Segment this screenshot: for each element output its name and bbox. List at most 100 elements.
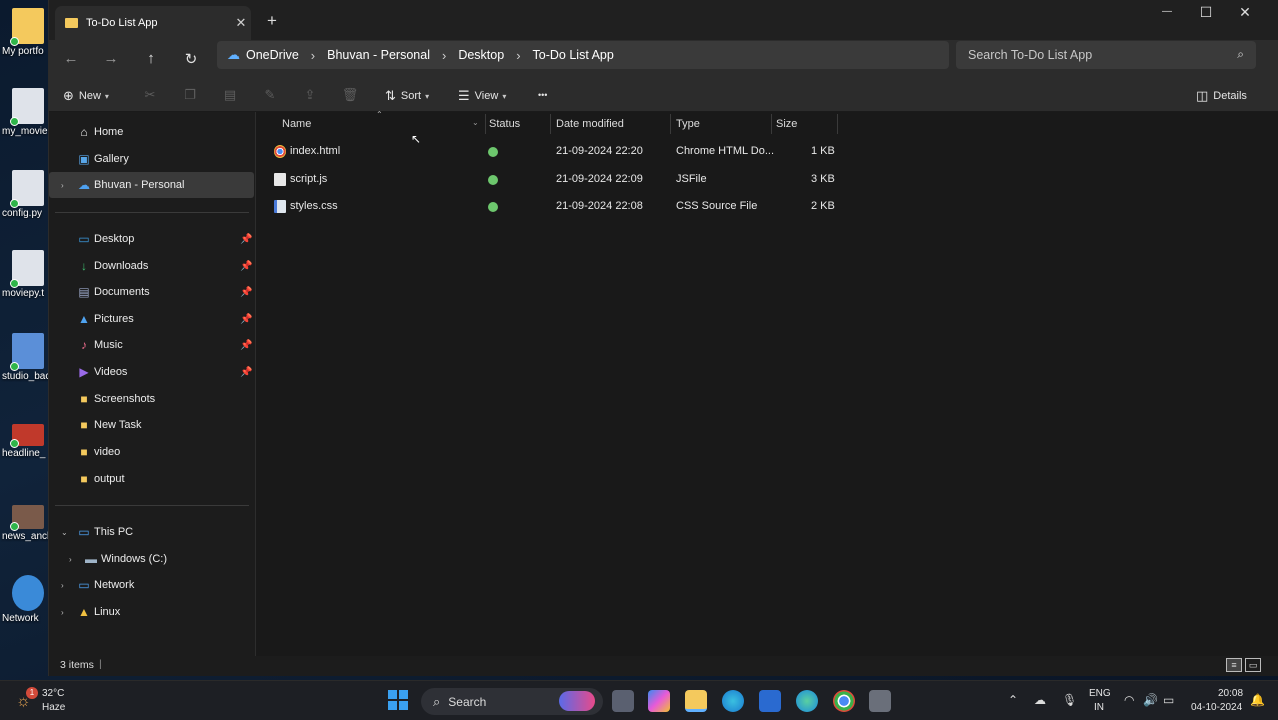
column-divider[interactable] bbox=[550, 114, 551, 134]
sidebar-item-screenshots[interactable]: ■ Screenshots bbox=[49, 386, 254, 412]
desktop-icon[interactable]: my_movie bbox=[0, 88, 50, 137]
copilot-icon[interactable] bbox=[648, 690, 670, 712]
tiles-view-icon[interactable]: ▭ bbox=[1245, 658, 1261, 672]
sidebar-item-linux[interactable]: › ▲ Linux bbox=[49, 599, 254, 625]
file-row[interactable]: styles.css 21-09-2024 22:08 CSS Source F… bbox=[258, 193, 848, 220]
chevron-right-icon[interactable]: › bbox=[69, 555, 72, 564]
sidebar-item-network[interactable]: › ▭ Network bbox=[49, 572, 254, 598]
column-divider[interactable] bbox=[670, 114, 671, 134]
more-options-button[interactable]: ••• bbox=[538, 90, 547, 100]
breadcrumb-desktop[interactable]: Desktop bbox=[458, 48, 504, 62]
store-icon[interactable] bbox=[759, 690, 781, 712]
chevron-up-icon[interactable]: ⌃ bbox=[1008, 693, 1018, 707]
search-input[interactable]: Search To-Do List App bbox=[968, 48, 1092, 62]
column-divider[interactable] bbox=[485, 114, 486, 134]
desktop-icon[interactable]: news_anch bbox=[0, 505, 50, 542]
address-bar[interactable]: ☁ OneDrive › Bhuvan - Personal › Desktop… bbox=[217, 41, 949, 69]
pin-icon[interactable]: 📌 bbox=[240, 234, 252, 245]
column-header-status[interactable]: Status bbox=[489, 112, 520, 136]
breadcrumb-onedrive[interactable]: OneDrive bbox=[246, 48, 299, 62]
chevron-right-icon[interactable]: › bbox=[61, 181, 64, 190]
chevron-right-icon[interactable]: › bbox=[516, 48, 520, 63]
microphone-icon[interactable]: 🎙 bbox=[1062, 693, 1077, 707]
sidebar-item-music[interactable]: ♪ Music 📌 bbox=[49, 332, 254, 358]
start-button[interactable] bbox=[387, 690, 409, 712]
delete-icon[interactable]: 🗑 bbox=[340, 87, 360, 103]
minimize-button[interactable]: — bbox=[1147, 6, 1187, 17]
desktop-icon[interactable]: moviepy.t bbox=[0, 250, 50, 299]
weather-widget[interactable]: ☼ 1 32°C Haze bbox=[14, 687, 94, 717]
column-header-date-modified[interactable]: Date modified bbox=[556, 112, 624, 136]
battery-icon[interactable]: ▭ bbox=[1163, 693, 1174, 707]
sort-button[interactable]: ⇅ Sort ▾ bbox=[385, 88, 429, 104]
sidebar-item-gallery[interactable]: ▣ Gallery bbox=[49, 146, 254, 172]
close-window-button[interactable]: ✕ bbox=[1225, 4, 1265, 21]
details-view-icon[interactable]: ≡ bbox=[1226, 658, 1242, 672]
breadcrumb-to-do-list-app[interactable]: To-Do List App bbox=[533, 48, 614, 62]
forward-button[interactable]: → bbox=[99, 50, 123, 70]
search-icon[interactable]: ⌕ bbox=[1237, 47, 1244, 62]
up-button[interactable]: ↑ bbox=[139, 50, 163, 70]
search-box[interactable]: Search To-Do List App ⌕ bbox=[956, 41, 1256, 69]
breadcrumb-bhuvan-personal[interactable]: Bhuvan - Personal bbox=[327, 48, 430, 62]
sidebar-item-pictures[interactable]: ▲ Pictures 📌 bbox=[49, 306, 254, 332]
pin-icon[interactable]: 📌 bbox=[240, 340, 252, 351]
view-button[interactable]: ☰ View ▾ bbox=[458, 88, 506, 104]
pin-icon[interactable]: 📌 bbox=[240, 367, 252, 378]
desktop-icon[interactable]: Network bbox=[0, 575, 50, 624]
sidebar-item-this-pc[interactable]: ⌄ ▭ This PC bbox=[49, 519, 254, 545]
file-row[interactable]: script.js 21-09-2024 22:09 JSFile 3 KB bbox=[258, 166, 848, 193]
new-tab-button[interactable]: + bbox=[267, 11, 277, 31]
paste-icon[interactable]: ▤ bbox=[220, 87, 240, 103]
sidebar-item-downloads[interactable]: ↓ Downloads 📌 bbox=[49, 253, 254, 279]
chevron-right-icon[interactable]: › bbox=[61, 581, 64, 590]
clock-time[interactable]: 20:08 bbox=[1218, 688, 1243, 699]
sidebar-item-documents[interactable]: ▤ Documents 📌 bbox=[49, 279, 254, 305]
sidebar-item-output[interactable]: ■ output bbox=[49, 466, 254, 492]
column-header-size[interactable]: Size bbox=[776, 112, 797, 136]
clock-date[interactable]: 04-10-2024 bbox=[1191, 702, 1242, 713]
file-row[interactable]: index.html 21-09-2024 22:20 Chrome HTML … bbox=[258, 138, 848, 165]
notification-bell-icon[interactable]: 🔔 bbox=[1250, 693, 1265, 707]
sidebar-item-videos[interactable]: ▶ Videos 📌 bbox=[49, 359, 254, 385]
edge-icon[interactable] bbox=[722, 690, 744, 712]
column-divider[interactable] bbox=[837, 114, 838, 134]
cut-icon[interactable]: ✂ bbox=[140, 87, 160, 103]
rename-icon[interactable]: ✎ bbox=[260, 87, 280, 103]
pin-icon[interactable]: 📌 bbox=[240, 314, 252, 325]
column-header-type[interactable]: Type bbox=[676, 112, 700, 136]
close-tab-icon[interactable]: ✕ bbox=[231, 15, 251, 31]
file-explorer-taskbar-icon[interactable] bbox=[685, 690, 707, 712]
task-view-icon[interactable] bbox=[612, 690, 634, 712]
sidebar-item-new-task[interactable]: ■ New Task bbox=[49, 412, 254, 438]
maximize-button[interactable]: ☐ bbox=[1186, 4, 1226, 21]
new-button[interactable]: ⊕ New ▾ bbox=[63, 88, 109, 104]
wifi-icon[interactable]: ◠ bbox=[1124, 693, 1134, 707]
tab-to-do-list-app[interactable]: To-Do List App ✕ bbox=[55, 6, 251, 40]
desktop-icon[interactable]: headline_ bbox=[0, 424, 50, 459]
chevron-down-icon[interactable]: ⌄ bbox=[61, 528, 68, 537]
volume-icon[interactable]: 🔊 bbox=[1143, 693, 1158, 707]
language-indicator[interactable]: ENG bbox=[1089, 688, 1111, 699]
details-button[interactable]: ◫ Details bbox=[1196, 88, 1247, 104]
chevron-right-icon[interactable]: › bbox=[61, 608, 64, 617]
sidebar-item-windows-c[interactable]: › ▬ Windows (C:) bbox=[49, 546, 254, 572]
chevron-right-icon[interactable]: › bbox=[442, 48, 446, 63]
browser-icon[interactable] bbox=[796, 690, 818, 712]
chevron-right-icon[interactable]: › bbox=[311, 48, 315, 63]
column-divider[interactable] bbox=[771, 114, 772, 134]
copy-icon[interactable]: ❐ bbox=[180, 87, 200, 103]
sidebar-item-video[interactable]: ■ video bbox=[49, 439, 254, 465]
desktop-icon[interactable]: config.py bbox=[0, 170, 50, 219]
region-indicator[interactable]: IN bbox=[1094, 702, 1104, 713]
desktop-icon[interactable]: My portfo bbox=[0, 8, 50, 57]
back-button[interactable]: ← bbox=[59, 50, 83, 70]
pin-icon[interactable]: 📌 bbox=[240, 261, 252, 272]
desktop-icon[interactable]: studio_bac bbox=[0, 333, 50, 382]
share-icon[interactable]: ⇪ bbox=[300, 87, 320, 103]
onedrive-icon[interactable]: ☁ bbox=[1034, 693, 1046, 707]
taskbar-search[interactable]: ⌕ Search bbox=[421, 688, 603, 715]
refresh-button[interactable]: ↻ bbox=[179, 50, 203, 70]
pin-icon[interactable]: 📌 bbox=[240, 287, 252, 298]
chevron-down-icon[interactable]: ⌄ bbox=[472, 118, 479, 127]
